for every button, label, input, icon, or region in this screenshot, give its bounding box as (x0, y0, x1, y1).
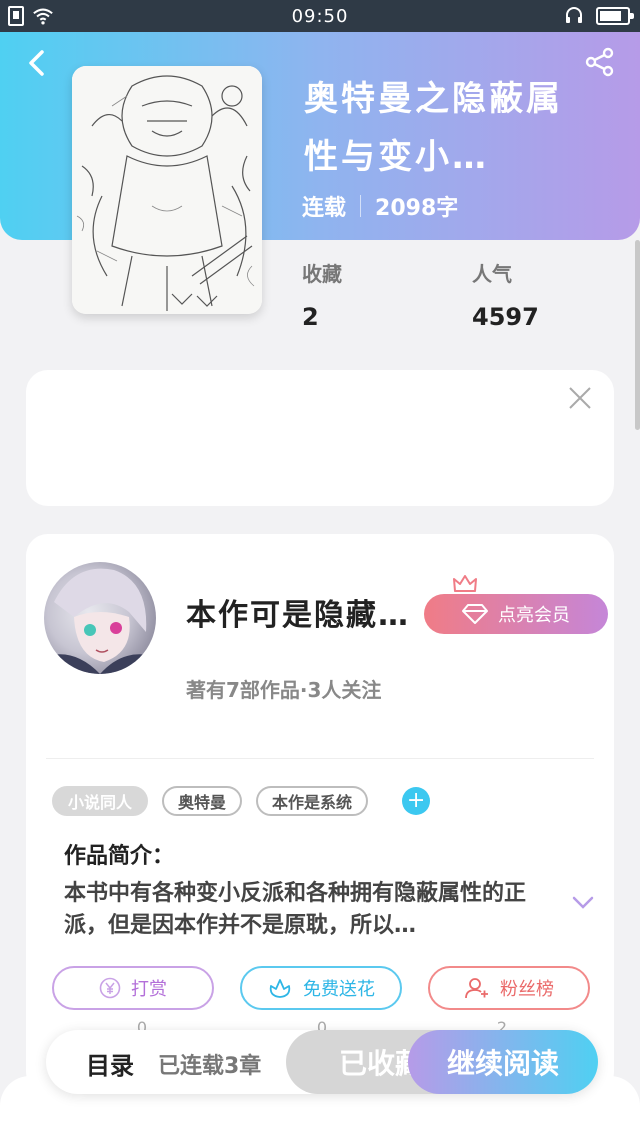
diamond-icon (462, 604, 488, 624)
tag-list: 小说同人 奥特曼 本作是系统 + (52, 786, 431, 816)
action-buttons: 打赏 免费送花 粉丝榜 (52, 966, 590, 1010)
cover-illustration (72, 66, 262, 314)
meta-divider (360, 195, 362, 217)
author-name[interactable]: 本作可是隐藏… (186, 590, 410, 634)
stat-favorites: 收藏 2 (302, 258, 342, 331)
headset-icon (566, 7, 582, 23)
serial-status: 连载 (302, 196, 347, 221)
flower-icon (269, 979, 291, 998)
book-cover[interactable] (72, 66, 262, 314)
toc-button[interactable]: 目录 (86, 1046, 134, 1081)
send-flower-label: 免费送花 (303, 979, 375, 1000)
ad-card (26, 370, 614, 506)
continue-reading-button[interactable]: 继续阅读 (408, 1030, 598, 1094)
book-title: 奥特曼之隐蔽属性与变小… (304, 79, 563, 177)
stat-label: 人气 (472, 262, 512, 286)
divider (46, 758, 594, 759)
reward-button[interactable]: 打赏 (52, 966, 214, 1010)
stat-value: 4597 (472, 303, 539, 331)
battery-icon (596, 7, 634, 25)
chapter-count: 已连载3章 (158, 1054, 262, 1079)
crown-icon (453, 575, 477, 592)
book-meta: 连载 2098字 (302, 190, 458, 222)
clock: 09:50 (291, 6, 349, 27)
close-icon[interactable] (568, 386, 592, 410)
fan-ranking-button[interactable]: 粉丝榜 (428, 966, 590, 1010)
intro-title: 作品简介： (64, 844, 175, 869)
back-arrow-icon[interactable] (22, 48, 52, 78)
avatar-illustration (44, 568, 156, 674)
add-tag-button[interactable]: + (402, 787, 431, 815)
tag[interactable]: 本作是系统 (256, 786, 369, 816)
chevron-down-icon[interactable] (572, 896, 594, 910)
word-count: 2098字 (375, 196, 459, 221)
share-icon[interactable] (584, 46, 616, 78)
bottom-action-bar: 目录 已连载3章 已收藏 继续阅读 (46, 1030, 598, 1094)
stat-label: 收藏 (302, 262, 342, 286)
send-flower-button[interactable]: 免费送花 (240, 966, 402, 1010)
yen-icon (99, 977, 121, 999)
stat-value: 2 (302, 303, 319, 331)
author-card: 本作可是隐藏… 点亮会员 著有7部作品·3人关注 小说同人 奥特曼 本作是系统 … (26, 534, 614, 1094)
intro-text: 本书中有各种变小反派和各种拥有隐蔽属性的正派，但是因本作并不是原耽，所以… (64, 881, 527, 938)
author-works-followers: 著有7部作品·3人关注 (186, 678, 382, 702)
tag[interactable]: 奥特曼 (162, 786, 243, 816)
vip-button-label: 点亮会员 (498, 605, 570, 626)
tag[interactable]: 小说同人 (52, 786, 149, 816)
vip-button[interactable]: 点亮会员 (424, 594, 608, 634)
stat-popularity: 人气 4597 (472, 258, 539, 331)
status-bar: 09:50 (0, 0, 640, 32)
author-avatar[interactable] (44, 562, 156, 674)
user-icon (465, 978, 488, 999)
scrollbar[interactable] (635, 240, 640, 430)
fan-ranking-label: 粉丝榜 (500, 979, 554, 1000)
reward-label: 打赏 (131, 979, 167, 1000)
